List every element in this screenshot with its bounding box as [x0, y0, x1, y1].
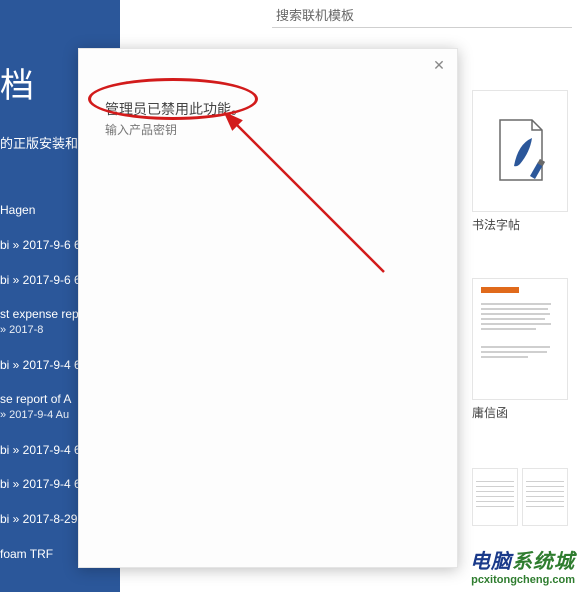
template-thumb[interactable]	[472, 468, 518, 526]
template-letter[interactable]	[472, 278, 568, 400]
search-placeholder: 搜索联机模板	[276, 5, 354, 24]
template-label: 庸信函	[472, 404, 508, 421]
close-icon[interactable]: ✕	[429, 55, 449, 75]
activation-dialog: ✕ 管理员已禁用此功能。 输入产品密钥	[78, 48, 458, 568]
template-calligraphy[interactable]	[472, 90, 568, 212]
dialog-secondary: 输入产品密钥	[105, 121, 177, 138]
pen-page-icon	[494, 118, 546, 184]
template-thumb[interactable]	[522, 468, 568, 526]
dialog-message: 管理员已禁用此功能。	[105, 99, 245, 119]
template-label: 书法字帖	[472, 216, 520, 233]
search-input[interactable]: 搜索联机模板	[272, 2, 572, 28]
